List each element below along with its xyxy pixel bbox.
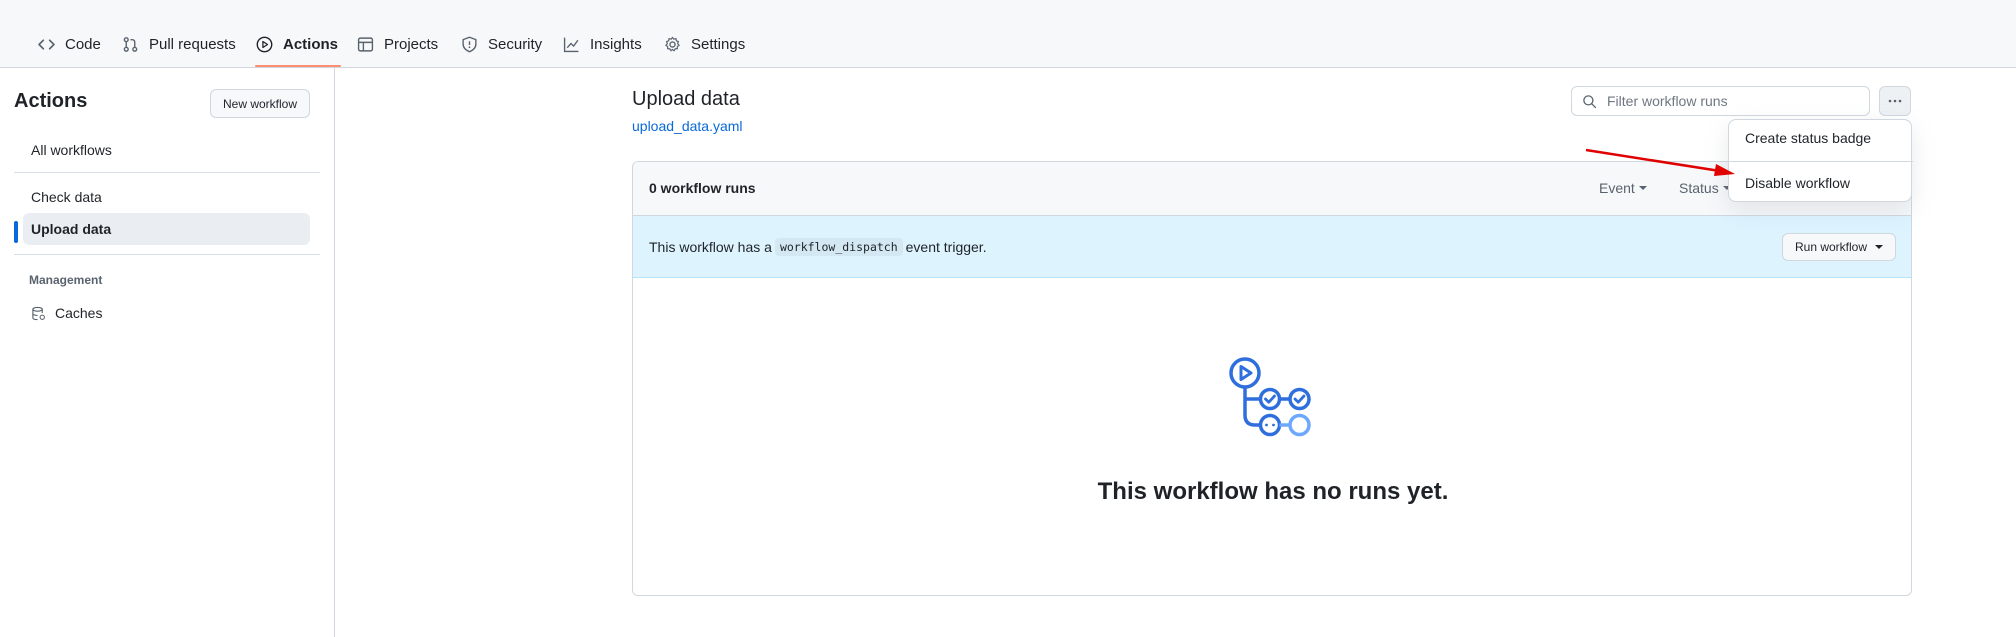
- sidebar-item-label: Upload data: [31, 221, 112, 237]
- workflow-runs-panel: 0 workflow runs Event Status This workfl…: [632, 161, 1912, 596]
- tab-pull-requests[interactable]: Pull requests: [122, 32, 236, 56]
- tab-settings-label: Settings: [691, 35, 746, 53]
- caret-down-icon: [1638, 186, 1647, 190]
- runs-count: 0 workflow runs: [649, 180, 756, 196]
- annotation-arrow: [1585, 148, 1735, 176]
- workflow-options-menu: Create status badge Disable workflow: [1728, 119, 1913, 202]
- sidebar-item-label: Check data: [31, 189, 102, 205]
- repo-nav: Code Pull requests Actions Projects Secu…: [0, 0, 2016, 68]
- tab-actions[interactable]: Actions: [256, 32, 338, 56]
- status-filter-dropdown[interactable]: Status: [1679, 180, 1731, 196]
- sidebar: Actions New workflow All workflows Check…: [0, 68, 335, 637]
- event-filter-label: Event: [1599, 180, 1635, 196]
- tab-insights[interactable]: Insights: [563, 32, 642, 56]
- dispatch-suffix: event trigger.: [905, 239, 987, 255]
- filter-workflow-runs-input[interactable]: Filter workflow runs: [1571, 86, 1870, 116]
- caret-down-icon: [1875, 245, 1884, 249]
- gear-icon: [665, 36, 680, 51]
- tab-projects-label: Projects: [384, 35, 439, 53]
- page-title: Upload data: [632, 88, 740, 110]
- event-filter-dropdown[interactable]: Event: [1599, 180, 1647, 196]
- tab-pull-requests-label: Pull requests: [149, 35, 236, 53]
- pull-request-icon: [123, 36, 138, 52]
- sidebar-heading-management: Management: [29, 273, 103, 287]
- selected-indicator: [14, 221, 18, 243]
- tab-insights-label: Insights: [590, 35, 642, 53]
- kebab-horizontal-icon: [1888, 99, 1902, 103]
- sidebar-item-caches[interactable]: Caches: [23, 297, 310, 329]
- dispatch-banner: This workflow has a workflow_dispatch ev…: [633, 216, 1911, 278]
- tab-actions-label: Actions: [283, 35, 339, 53]
- new-workflow-button[interactable]: New workflow: [210, 89, 310, 118]
- status-filter-label: Status: [1679, 180, 1719, 196]
- menu-divider: [1729, 161, 1913, 162]
- dispatch-prefix: This workflow has a: [649, 239, 772, 255]
- sidebar-divider: [14, 172, 320, 173]
- graph-icon: [563, 37, 579, 52]
- tab-settings[interactable]: Settings: [664, 32, 745, 56]
- tab-code-label: Code: [65, 35, 101, 53]
- tab-code[interactable]: Code: [38, 32, 101, 56]
- sidebar-item-label: Caches: [55, 305, 103, 321]
- table-icon: [357, 36, 374, 52]
- empty-state-message: This workflow has no runs yet.: [1097, 478, 1449, 505]
- tab-security[interactable]: Security: [461, 32, 542, 56]
- sidebar-item-upload-data[interactable]: Upload data: [23, 213, 310, 245]
- play-icon: [256, 36, 273, 52]
- workflow-file-link[interactable]: upload_data.yaml: [632, 118, 743, 134]
- menu-item-create-status-badge[interactable]: Create status badge: [1729, 123, 1913, 153]
- run-workflow-label: Run workflow: [1794, 240, 1868, 254]
- sidebar-item-check-data[interactable]: Check data: [23, 181, 310, 213]
- sidebar-item-label: All workflows: [31, 142, 112, 158]
- dispatch-code: workflow_dispatch: [774, 238, 903, 256]
- run-workflow-button[interactable]: Run workflow: [1782, 233, 1896, 261]
- sidebar-item-all-workflows[interactable]: All workflows: [23, 134, 310, 166]
- code-icon: [38, 38, 55, 50]
- workflow-empty-icon: [1229, 357, 1311, 437]
- filter-placeholder: Filter workflow runs: [1607, 93, 1728, 109]
- more-options-button[interactable]: [1879, 86, 1911, 116]
- active-tab-underline: [255, 65, 341, 67]
- sidebar-title: Actions: [14, 90, 88, 112]
- shield-icon: [462, 36, 477, 52]
- menu-item-disable-workflow[interactable]: Disable workflow: [1729, 168, 1913, 198]
- tab-security-label: Security: [488, 35, 543, 53]
- tab-projects[interactable]: Projects: [357, 32, 438, 56]
- sidebar-divider: [14, 254, 320, 255]
- search-icon: [1583, 94, 1597, 108]
- database-icon: [32, 306, 45, 320]
- dispatch-message: This workflow has a workflow_dispatch ev…: [649, 238, 987, 256]
